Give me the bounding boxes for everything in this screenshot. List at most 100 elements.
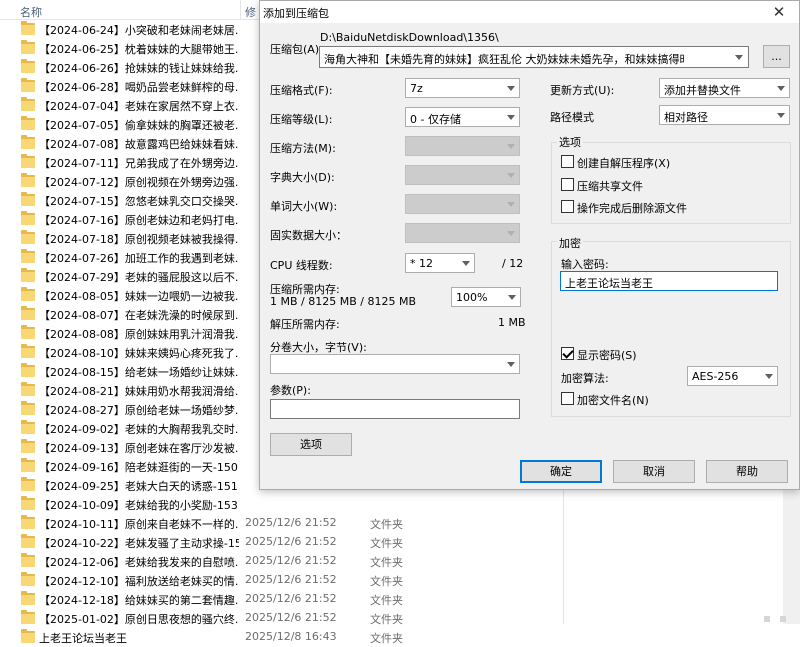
- folder-icon: [21, 363, 35, 377]
- update-value: 添加并替换文件: [664, 84, 741, 97]
- details-pane: [563, 490, 800, 624]
- help-button[interactable]: 帮助: [706, 460, 788, 483]
- show-password-label[interactable]: 显示密码(S): [577, 347, 637, 363]
- file-type: 文件夹: [370, 575, 403, 588]
- file-row[interactable]: 【2024-10-22】老妹发骚了主动求操-15... 2025/12/6 21:…: [0, 533, 560, 552]
- file-row[interactable]: 【2024-12-06】老妹给我发来的自慰喷... 2025/12/6 21:52…: [0, 552, 560, 571]
- add-to-archive-dialog: 添加到压缩包 ✕ 压缩包(A) D:\BaiduNetdiskDownload\…: [259, 0, 800, 490]
- file-row[interactable]: 上老王论坛当老王 2025/12/8 16:43 文件夹: [0, 628, 560, 647]
- file-type: 文件夹: [370, 518, 403, 531]
- folder-icon: [21, 591, 35, 605]
- ok-button[interactable]: 确定: [520, 460, 602, 483]
- chevron-down-icon: [777, 86, 785, 91]
- params-input[interactable]: [270, 399, 520, 419]
- update-select[interactable]: 添加并替换文件: [659, 78, 790, 98]
- archive-name-combo[interactable]: 海角大神和【未婚先育的妹妹】疯狂乱伦 大奶妹妹未婚先孕，和妹妹搞得时候动不动就打: [319, 46, 749, 68]
- file-row[interactable]: 【2024-12-10】福利放送给老妹买的情... 2025/12/6 21:52…: [0, 571, 560, 590]
- encrypt-names-checkbox[interactable]: [561, 392, 574, 405]
- file-row[interactable]: 【2024-10-11】原创来自老妹不一样的... 2025/12/6 21:52…: [0, 514, 560, 533]
- file-name: 【2024-07-08】故意露鸡巴给妹妹看妹...: [39, 138, 239, 151]
- file-name: 【2024-08-21】妹妹用奶水帮我润滑给...: [39, 385, 239, 398]
- folder-icon: [21, 306, 35, 320]
- decompress-memory-label: 解压所需内存:: [270, 318, 340, 331]
- chevron-down-icon: [765, 374, 773, 379]
- folder-icon: [21, 401, 35, 415]
- method-select[interactable]: [405, 136, 520, 156]
- encryption-method-select[interactable]: AES-256: [687, 366, 778, 386]
- cpu-value: * 12: [410, 257, 433, 270]
- folder-icon: [21, 192, 35, 206]
- file-name: 【2024-08-07】在老妹洗澡的时候尿到...: [39, 309, 239, 322]
- format-label: 压缩格式(F):: [270, 84, 333, 97]
- memory-usage-select[interactable]: 100%: [451, 287, 521, 307]
- folder-icon: [21, 249, 35, 263]
- browse-button[interactable]: ...: [763, 45, 790, 68]
- column-name-header[interactable]: 名称: [20, 4, 42, 20]
- cpu-total: / 12: [502, 257, 524, 270]
- dialog-titlebar[interactable]: 添加到压缩包 ✕: [260, 1, 799, 23]
- folder-icon: [21, 116, 35, 130]
- show-password-checkbox[interactable]: [561, 347, 574, 360]
- password-input[interactable]: 上老王论坛当老王: [560, 271, 778, 291]
- folder-icon: [21, 268, 35, 282]
- sfx-label[interactable]: 创建自解压程序(X): [577, 155, 670, 171]
- path-mode-select[interactable]: 相对路径: [659, 105, 790, 125]
- file-name: 【2024-12-10】福利放送给老妹买的情...: [39, 575, 239, 588]
- chevron-down-icon: [507, 173, 515, 178]
- folder-icon: [21, 382, 35, 396]
- file-name: 【2024-12-18】给妹妹买的第二套情趣...: [39, 594, 239, 607]
- sfx-checkbox[interactable]: [561, 155, 574, 168]
- archive-directory: D:\BaiduNetdiskDownload\1356\: [320, 31, 499, 44]
- folder-icon: [21, 287, 35, 301]
- file-modified-date: 2025/12/6 21:52: [245, 535, 337, 548]
- chevron-down-icon: [508, 295, 516, 300]
- file-row[interactable]: 【2024-10-09】老妹给我的小奖励-153...: [0, 495, 560, 514]
- column-modified-header[interactable]: 修: [245, 4, 256, 20]
- memory-percent: 100%: [456, 291, 488, 304]
- cancel-button[interactable]: 取消: [613, 460, 695, 483]
- options-button[interactable]: 选项: [270, 433, 352, 456]
- file-name: 【2024-08-27】原创给老妹一场婚纱梦...: [39, 404, 239, 417]
- split-select[interactable]: [270, 354, 520, 374]
- word-select[interactable]: [405, 194, 520, 214]
- file-name: 【2024-10-22】老妹发骚了主动求操-15...: [39, 537, 239, 550]
- folder-icon: [21, 629, 35, 643]
- cpu-label: CPU 线程数:: [270, 259, 333, 272]
- format-select[interactable]: 7z: [405, 78, 520, 98]
- file-name: 【2024-06-26】抢妹妹的钱让妹妹给我...: [39, 62, 239, 75]
- shared-files-label[interactable]: 压缩共享文件: [577, 178, 643, 194]
- file-name: 【2024-08-05】妹妹一边喂奶一边被我...: [39, 290, 239, 303]
- file-name: 【2024-07-26】加班工作的我遇到老妹...: [39, 252, 239, 265]
- folder-icon: [21, 325, 35, 339]
- cpu-select[interactable]: * 12: [405, 253, 475, 273]
- decompress-memory-value: 1 MB: [498, 316, 526, 329]
- encryption-method-label: 加密算法:: [561, 372, 609, 385]
- column-separator[interactable]: [240, 0, 241, 20]
- options-group-title: 选项: [557, 134, 583, 150]
- level-value: 0 - 仅存储: [410, 113, 461, 126]
- solid-select[interactable]: [405, 223, 520, 243]
- file-name: 【2024-08-10】妹妹来姨妈心疼死我了...: [39, 347, 239, 360]
- file-modified-date: 2025/12/6 21:52: [245, 592, 337, 605]
- file-name: 【2024-07-16】原创老妹边和老妈打电...: [39, 214, 239, 227]
- file-name: 【2024-09-25】老妹大白天的诱惑-151...: [39, 480, 239, 493]
- chevron-down-icon: [507, 202, 515, 207]
- vertical-scrollbar[interactable]: [783, 490, 800, 624]
- chevron-down-icon: [507, 115, 515, 120]
- encrypt-names-label[interactable]: 加密文件名(N): [577, 392, 649, 408]
- folder-icon: [21, 78, 35, 92]
- level-select[interactable]: 0 - 仅存储: [405, 107, 520, 127]
- dict-select[interactable]: [405, 165, 520, 185]
- file-name: 【2024-09-13】原创老妹在客厅沙发被...: [39, 442, 239, 455]
- folder-icon: [21, 211, 35, 225]
- delete-after-label[interactable]: 操作完成后删除源文件: [577, 200, 687, 216]
- close-icon[interactable]: ✕: [769, 3, 789, 21]
- encryption-method-value: AES-256: [692, 370, 739, 383]
- delete-after-checkbox[interactable]: [561, 200, 574, 213]
- path-mode-label: 路径模式: [550, 111, 594, 124]
- shared-files-checkbox[interactable]: [561, 178, 574, 191]
- chevron-down-icon: [507, 144, 515, 149]
- file-name: 【2024-09-16】陪老妹逛街的一天-150...: [39, 461, 239, 474]
- file-row[interactable]: 【2024-12-18】给妹妹买的第二套情趣... 2025/12/6 21:52…: [0, 590, 560, 609]
- file-row[interactable]: 【2025-01-02】原创日思夜想的骚穴终... 2025/12/6 21:52…: [0, 609, 560, 628]
